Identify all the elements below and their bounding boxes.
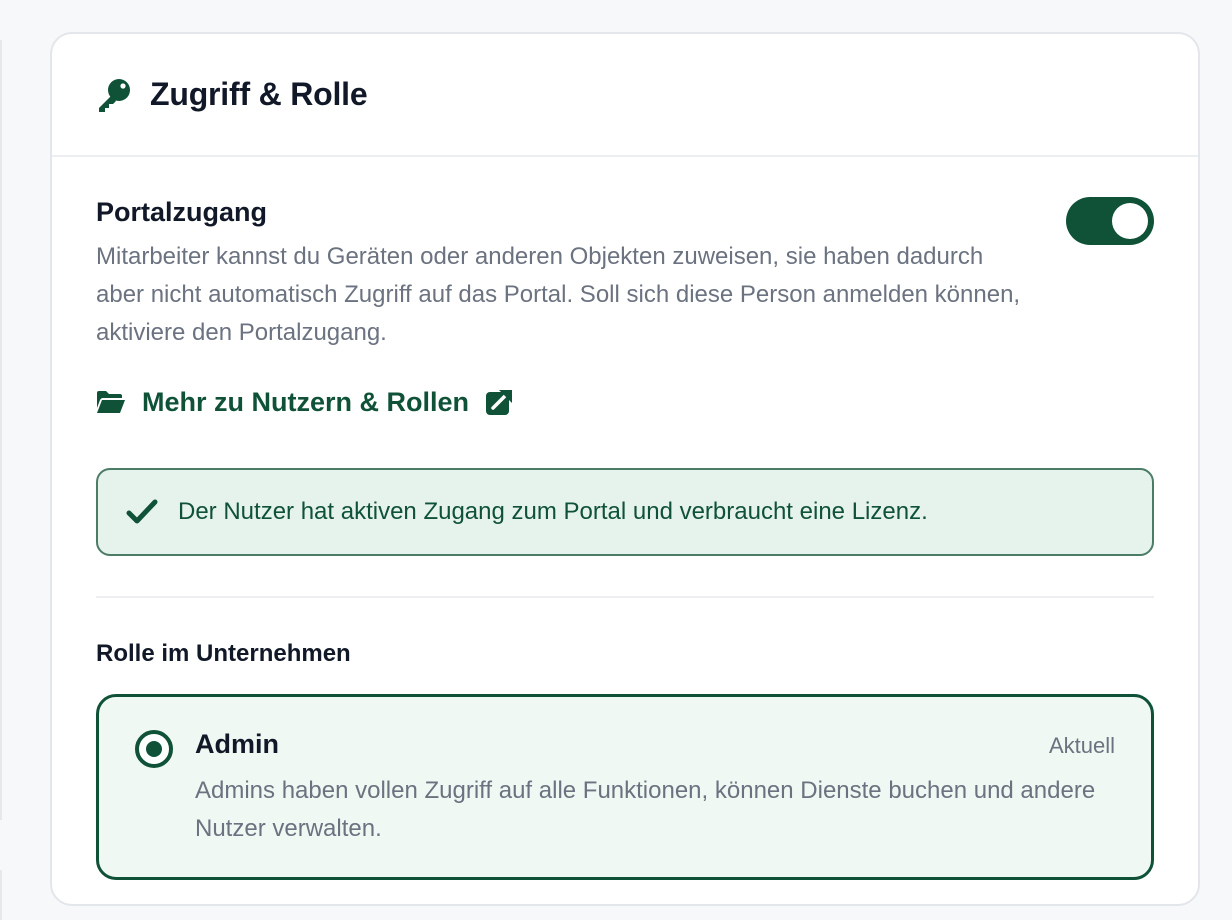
portal-access-title: Portalzugang (96, 197, 268, 227)
more-link-label: Mehr zu Nutzern & Rollen (142, 386, 470, 417)
license-info-box: Der Nutzer hat aktiven Zugang zum Portal… (96, 468, 1154, 556)
role-option-admin[interactable]: Admin Aktuell Admins haben vollen Zugrif… (96, 694, 1154, 880)
role-current-badge: Aktuell (1048, 733, 1115, 758)
portal-access-description: Mitarbeiter kannst du Geräten oder ander… (96, 243, 1021, 346)
key-icon (96, 77, 132, 113)
license-info-text: Der Nutzer hat aktiven Zugang zum Portal… (178, 498, 928, 525)
check-icon (126, 496, 158, 528)
more-about-users-roles-link[interactable]: Mehr zu Nutzern & Rollen (96, 382, 1154, 422)
radio-selected-dot (146, 741, 162, 757)
card-body: Portalzugang Mitarbeiter kannst du Gerät… (52, 157, 1198, 880)
page-edge-divider (0, 870, 2, 920)
card-title: Zugriff & Rolle (150, 76, 368, 112)
page-edge-divider (0, 40, 2, 820)
portal-access-toggle[interactable] (1066, 197, 1154, 245)
role-section-heading: Rolle im Unternehmen (96, 640, 351, 667)
section-divider (96, 596, 1154, 598)
card-header: Zugriff & Rolle (52, 34, 1198, 157)
role-name: Admin (195, 729, 279, 759)
portal-access-row: Portalzugang Mitarbeiter kannst du Gerät… (96, 197, 1154, 352)
external-link-icon (485, 388, 513, 416)
access-role-card: Zugriff & Rolle Portalzugang Mitarbeiter… (50, 32, 1200, 906)
toggle-knob (1112, 203, 1148, 239)
role-description: Admins haben vollen Zugriff auf alle Fun… (195, 777, 1096, 842)
role-radio-admin[interactable] (135, 730, 173, 768)
folder-open-icon (96, 389, 126, 415)
